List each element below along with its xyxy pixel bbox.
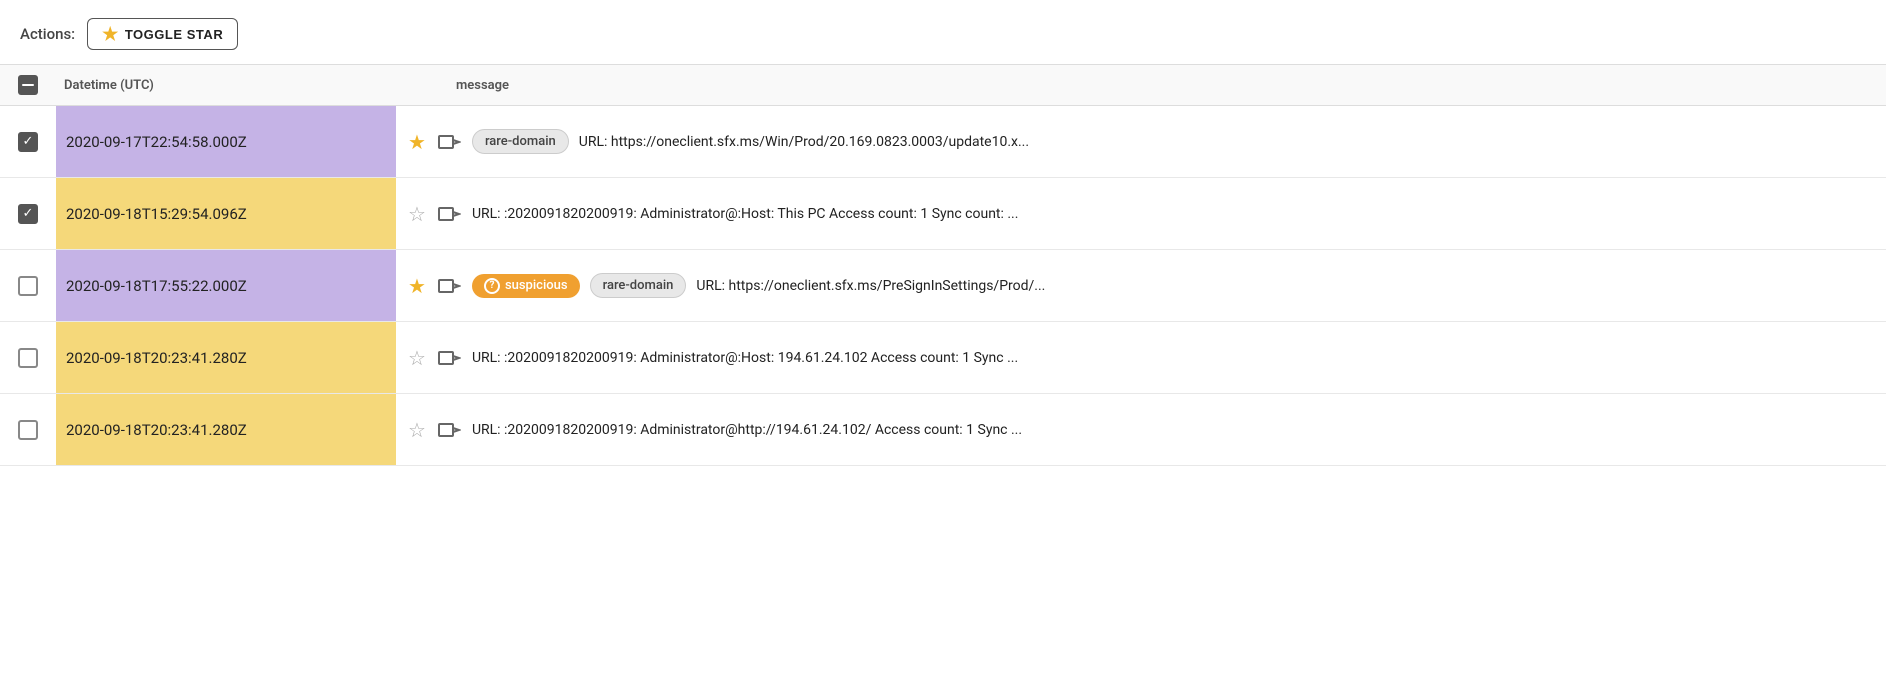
row-4-star-icon[interactable]: ☆ [408,348,426,368]
row-2-message-cell: ☆ URL: :2020091820200919: Administrator@… [396,178,1886,249]
row-3-checkbox[interactable] [18,276,38,296]
table-row: 2020-09-18T20:23:41.280Z ☆ URL: :2020091… [0,322,1886,394]
row-4-checkbox[interactable] [18,348,38,368]
row-1-star-icon[interactable]: ★ [408,132,426,152]
row-1-message-text: URL: https://oneclient.sfx.ms/Win/Prod/2… [579,134,1029,150]
row-3-message-cell: ★ ? suspicious rare-domain URL: https://… [396,250,1886,321]
badge-rare-domain-2: rare-domain [590,273,687,298]
row-3-datetime: 2020-09-18T17:55:22.000Z [56,250,396,321]
row-5-message-cell: ☆ URL: :2020091820200919: Administrator@… [396,394,1886,465]
table-row: 2020-09-18T17:55:22.000Z ★ ? suspicious … [0,250,1886,322]
row-2-datetime: 2020-09-18T15:29:54.096Z [56,178,396,249]
header-message: message [396,78,1886,93]
row-4-route-icon[interactable] [436,347,462,369]
row-4-message-cell: ☆ URL: :2020091820200919: Administrator@… [396,322,1886,393]
row-1-check-col[interactable]: ✓ [0,106,56,177]
table-row: ✓ 2020-09-17T22:54:58.000Z ★ rare-domain… [0,106,1886,178]
table-header: Datetime (UTC) message [0,64,1886,106]
row-3-route-icon[interactable] [436,275,462,297]
question-icon: ? [484,278,500,294]
row-5-checkbox[interactable] [18,420,38,440]
row-3-star-icon[interactable]: ★ [408,276,426,296]
row-4-message-text: URL: :2020091820200919: Administrator@:H… [472,350,1018,366]
minus-icon [22,84,34,87]
row-1-checkbox[interactable]: ✓ [18,132,38,152]
table-row: ✓ 2020-09-18T15:29:54.096Z ☆ URL: :20200… [0,178,1886,250]
table-row: 2020-09-18T20:23:41.280Z ☆ URL: :2020091… [0,394,1886,466]
row-1-message-cell: ★ rare-domain URL: https://oneclient.sfx… [396,106,1886,177]
star-icon: ★ [102,25,119,43]
select-all-checkbox[interactable] [18,75,38,95]
row-3-check-col[interactable] [0,250,56,321]
header-datetime: Datetime (UTC) [56,78,396,93]
row-5-datetime: 2020-09-18T20:23:41.280Z [56,394,396,465]
actions-label: Actions: [20,25,75,43]
checkmark-icon: ✓ [23,207,34,220]
row-4-datetime: 2020-09-18T20:23:41.280Z [56,322,396,393]
checkmark-icon: ✓ [23,135,34,148]
header-checkbox-col[interactable] [0,75,56,95]
row-5-message-text: URL: :2020091820200919: Administrator@ht… [472,422,1022,438]
actions-bar: Actions: ★ TOGGLE STAR [0,0,1886,64]
row-1-datetime: 2020-09-17T22:54:58.000Z [56,106,396,177]
row-2-check-col[interactable]: ✓ [0,178,56,249]
badge-rare-domain: rare-domain [472,129,569,154]
row-5-route-icon[interactable] [436,419,462,441]
row-5-check-col[interactable] [0,394,56,465]
toggle-star-label: TOGGLE STAR [125,27,223,42]
row-5-star-icon[interactable]: ☆ [408,420,426,440]
row-2-message-text: URL: :2020091820200919: Administrator@:H… [472,206,1019,222]
badge-suspicious: ? suspicious [472,274,580,298]
row-2-checkbox[interactable]: ✓ [18,204,38,224]
row-4-check-col[interactable] [0,322,56,393]
row-3-message-text: URL: https://oneclient.sfx.ms/PreSignInS… [696,278,1045,294]
row-2-star-icon[interactable]: ☆ [408,204,426,224]
data-table: Datetime (UTC) message ✓ 2020-09-17T22:5… [0,64,1886,466]
toggle-star-button[interactable]: ★ TOGGLE STAR [87,18,238,50]
row-2-route-icon[interactable] [436,203,462,225]
row-1-route-icon[interactable] [436,131,462,153]
